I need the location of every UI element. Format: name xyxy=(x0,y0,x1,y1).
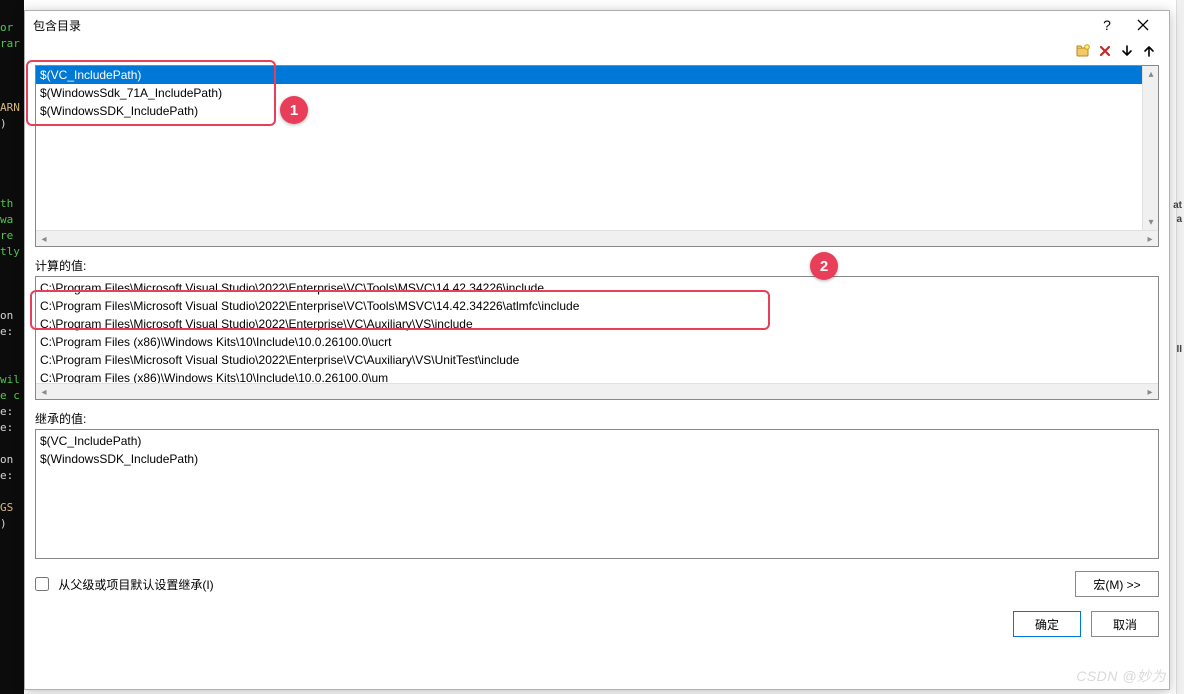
scroll-right-icon[interactable]: ▸ xyxy=(1142,231,1158,247)
horizontal-scrollbar[interactable]: ◂ ▸ xyxy=(36,383,1158,399)
dialog-toolbar xyxy=(25,39,1169,65)
horizontal-scrollbar[interactable]: ◂ ▸ xyxy=(36,230,1158,246)
list-item[interactable]: $(WindowsSdk_71A_IncludePath) xyxy=(36,84,1158,102)
scroll-left-icon[interactable]: ◂ xyxy=(36,384,52,400)
entries-listbox[interactable]: $(VC_IncludePath) $(WindowsSdk_71A_Inclu… xyxy=(35,65,1159,247)
computed-value: C:\Program Files\Microsoft Visual Studio… xyxy=(40,351,1154,369)
computed-value: C:\Program Files\Microsoft Visual Studio… xyxy=(40,297,1154,315)
arrow-up-icon xyxy=(1142,44,1156,58)
dialog-titlebar: 包含目录 ? xyxy=(25,11,1169,39)
help-button[interactable]: ? xyxy=(1089,13,1125,37)
background-editor: or rar ARN ) th wa re tly on e: wil e c … xyxy=(0,0,24,694)
computed-value: C:\Program Files (x86)\Windows Kits\10\I… xyxy=(40,333,1154,351)
scroll-up-icon[interactable]: ▴ xyxy=(1143,66,1159,82)
new-line-button[interactable] xyxy=(1073,41,1093,61)
macros-button[interactable]: 宏(M) >> xyxy=(1075,571,1159,597)
computed-value: C:\Program Files\Microsoft Visual Studio… xyxy=(40,279,1154,297)
computed-values-box[interactable]: C:\Program Files\Microsoft Visual Studio… xyxy=(35,276,1159,400)
computed-value: C:\Program Files\Microsoft Visual Studio… xyxy=(40,315,1154,333)
vertical-scrollbar[interactable]: ▴ ▾ xyxy=(1142,66,1158,230)
include-dirs-dialog: 包含目录 ? $(VC_IncludePath) $(WindowsSdk_71… xyxy=(24,10,1170,690)
inherited-value: $(WindowsSDK_IncludePath) xyxy=(40,450,1154,468)
inherit-checkbox-label[interactable]: 从父级或项目默认设置继承(I) xyxy=(35,576,214,593)
scroll-down-icon[interactable]: ▾ xyxy=(1143,214,1159,230)
list-item[interactable]: $(WindowsSDK_IncludePath) xyxy=(36,102,1158,120)
inherited-values-box[interactable]: $(VC_IncludePath) $(WindowsSDK_IncludePa… xyxy=(35,429,1159,559)
arrow-down-icon xyxy=(1120,44,1134,58)
close-button[interactable] xyxy=(1125,13,1161,37)
editor-right-gutter: at a II xyxy=(1176,0,1184,694)
cancel-button[interactable]: 取消 xyxy=(1091,611,1159,637)
list-item[interactable]: $(VC_IncludePath) xyxy=(36,66,1158,84)
close-icon xyxy=(1137,19,1149,31)
folder-new-icon xyxy=(1076,44,1090,58)
delete-button[interactable] xyxy=(1095,41,1115,61)
scroll-right-icon[interactable]: ▸ xyxy=(1142,384,1158,400)
inherited-value: $(VC_IncludePath) xyxy=(40,432,1154,450)
dialog-title: 包含目录 xyxy=(33,17,81,34)
computed-values-label: 计算的值: xyxy=(35,257,1159,274)
ok-button[interactable]: 确定 xyxy=(1013,611,1081,637)
scroll-left-icon[interactable]: ◂ xyxy=(36,231,52,247)
delete-x-icon xyxy=(1098,44,1112,58)
move-down-button[interactable] xyxy=(1117,41,1137,61)
inherit-checkbox[interactable] xyxy=(35,577,49,591)
move-up-button[interactable] xyxy=(1139,41,1159,61)
inherited-values-label: 继承的值: xyxy=(35,410,1159,427)
